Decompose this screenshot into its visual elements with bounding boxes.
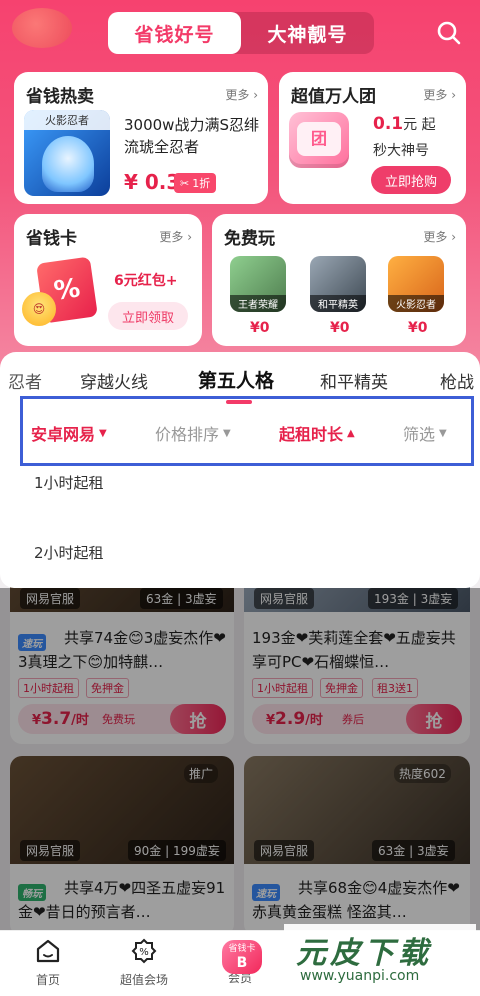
free-price: ¥0 <box>408 320 428 336</box>
tab-pro-account[interactable]: 大神靓号 <box>241 12 374 54</box>
watermark: 元皮下载 www.yuanpi.com <box>284 924 476 990</box>
red-packet-reward: 6元红包+ <box>114 273 178 289</box>
search-icon[interactable] <box>436 20 462 46</box>
watermark-url: www.yuanpi.com <box>300 968 420 984</box>
tab-crossfire[interactable]: 穿越火线 <box>80 368 148 393</box>
game-peace-elite[interactable]: 和平精英 <box>310 256 366 312</box>
group-price: 0.1元 起 <box>373 114 436 134</box>
filter-platform[interactable]: 安卓网易 ▼ <box>31 421 107 445</box>
filter-bar-highlight: 安卓网易 ▼ 价格排序 ▼ 起租时长 ▲ 筛选 ▼ <box>20 396 474 466</box>
character-figure <box>42 136 94 192</box>
game-label: 火影忍者 <box>24 110 110 130</box>
nav-label: 首页 <box>35 973 60 987</box>
svg-text:%: % <box>139 947 149 958</box>
rent-option-2h[interactable]: 2小时起租 <box>34 542 104 563</box>
game-naruto[interactable]: 火影忍者 <box>388 256 444 312</box>
smile-emoji-icon: 😍 <box>22 292 56 326</box>
filter-price-sort[interactable]: 价格排序 ▼ <box>155 421 231 445</box>
free-play-more[interactable]: 更多 › <box>423 228 456 245</box>
filter-more[interactable]: 筛选 ▼ <box>403 421 447 445</box>
hot-item-title: 3000w战力满S忍绯流琥全忍者 <box>124 116 259 156</box>
caret-down-icon: ▼ <box>99 427 107 439</box>
tab-save-account[interactable]: 省钱好号 <box>108 12 241 54</box>
free-play-title: 免费玩 <box>224 229 275 249</box>
watermark-logo: 元皮下载 <box>296 936 432 971</box>
hot-sale-title: 省钱热卖 <box>26 87 94 107</box>
tab-naruto[interactable]: 忍者 <box>8 368 42 393</box>
home-icon <box>36 939 60 963</box>
save-card-title: 省钱卡 <box>26 229 77 249</box>
top-segment: 省钱好号 大神靓号 <box>108 12 374 54</box>
hot-sale-card[interactable]: 省钱热卖 更多 › 火影忍者 3000w战力满S忍绯流琥全忍者 ¥ 0.3 ✂ 1… <box>14 72 268 204</box>
nav-home[interactable]: 首页 <box>8 937 88 988</box>
tab-gunfight[interactable]: 枪战 <box>440 368 474 393</box>
hot-price: ¥ 0.3 <box>124 170 181 194</box>
discount-icon: ✂ <box>180 176 190 190</box>
game-label: 火影忍者 <box>388 295 444 312</box>
hero-banner: 省钱好号 大神靓号 省钱热卖 更多 › 火影忍者 3000w战力满S忍绯流琥全忍… <box>0 0 480 400</box>
game-label: 和平精英 <box>310 295 366 312</box>
tv-icon: 团 <box>289 112 349 168</box>
free-play-card[interactable]: 免费玩 更多 › 王者荣耀 和平精英 火影忍者 ¥0 ¥0 ¥0 <box>212 214 466 346</box>
tab-peace-elite[interactable]: 和平精英 <box>320 368 388 393</box>
caret-down-icon: ▼ <box>223 427 231 439</box>
free-price: ¥0 <box>330 320 350 336</box>
game-label: 王者荣耀 <box>230 295 286 312</box>
coin-decoration <box>12 8 72 48</box>
caret-up-icon: ▲ <box>347 427 355 439</box>
game-tab-bar: 忍者 穿越火线 第五人格 和平精英 枪战 <box>0 352 480 404</box>
free-price: ¥0 <box>250 320 270 336</box>
save-card-nav-icon[interactable]: 省钱卡 B <box>222 940 262 974</box>
game-honor-of-kings[interactable]: 王者荣耀 <box>230 256 286 312</box>
naruto-thumbnail: 火影忍者 <box>24 110 110 196</box>
rent-option-1h[interactable]: 1小时起租 <box>34 472 104 493</box>
group-buy-title: 超值万人团 <box>291 87 376 107</box>
caret-down-icon: ▼ <box>439 427 447 439</box>
nav-label: 超值会场 <box>119 973 168 987</box>
save-card-card[interactable]: 省钱卡 更多 › % 😍 6元红包+ 立即领取 <box>14 214 202 346</box>
filter-rent-duration[interactable]: 起租时长 ▲ <box>279 421 355 445</box>
group-buy-more[interactable]: 更多 › <box>423 86 456 103</box>
buy-now-button[interactable]: 立即抢购 <box>371 166 451 194</box>
save-card-more[interactable]: 更多 › <box>159 228 192 245</box>
claim-button[interactable]: 立即领取 <box>108 302 188 330</box>
filter-dropdown-panel: 忍者 穿越火线 第五人格 和平精英 枪战 安卓网易 ▼ 价格排序 ▼ 起租时长 ▲ 筛… <box>0 352 480 588</box>
nav-deals[interactable]: % 超值会场 <box>104 937 184 988</box>
tv-screen-text: 团 <box>297 122 341 156</box>
group-subtitle: 秒大神号 <box>373 143 429 159</box>
group-buy-card[interactable]: 超值万人团 更多 › 团 0.1元 起 秒大神号 立即抢购 <box>279 72 466 204</box>
discount-badge: ✂ 1折 <box>174 173 217 193</box>
hot-sale-more[interactable]: 更多 › <box>225 86 258 103</box>
discount-badge-icon: % <box>131 938 157 964</box>
tab-identity-v[interactable]: 第五人格 <box>198 366 274 393</box>
